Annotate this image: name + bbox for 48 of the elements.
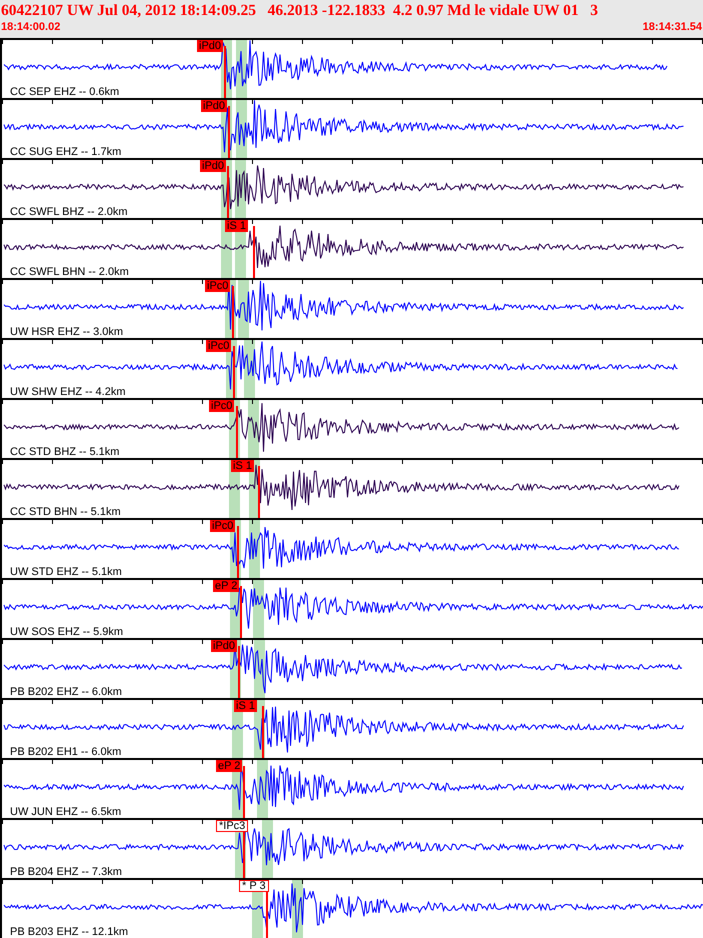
pick-line: [227, 166, 229, 218]
pick-line: [236, 406, 238, 458]
pick-label[interactable]: iS 1: [231, 460, 254, 472]
pick-window-band: [248, 400, 259, 458]
pick-label[interactable]: iS 1: [234, 700, 257, 712]
station-label: PB B203 EHZ -- 12.1km: [10, 926, 128, 938]
start-time: 18:14:00.02: [1, 20, 60, 34]
pick-label[interactable]: eP 2: [216, 760, 242, 772]
station-label: PB B202 EHZ -- 6.0km: [10, 686, 122, 698]
station-label: UW STD EHZ -- 5.1km: [10, 566, 122, 578]
pick-window-band: [253, 580, 264, 638]
pick-label[interactable]: eP 2: [213, 580, 240, 592]
pick-label[interactable]: iPd0: [197, 40, 224, 52]
pick-line: [240, 586, 242, 638]
station-label: PB B204 EHZ -- 7.3km: [10, 866, 122, 878]
station-label: UW JUN EHZ -- 6.5km: [10, 806, 122, 818]
station-label: CC STD BHZ -- 5.1km: [10, 446, 120, 458]
station-label: CC SUG EHZ -- 1.7km: [10, 146, 122, 158]
pick-line: [243, 766, 245, 818]
station-label: CC SEP EHZ -- 0.6km: [10, 86, 120, 98]
pick-label[interactable]: *IPc3: [216, 820, 248, 832]
station-label: CC SWFL BHZ -- 2.0km: [10, 206, 128, 218]
end-time: 18:14:31.54: [642, 20, 702, 34]
pick-label[interactable]: iPd0: [211, 640, 238, 652]
event-title: 60422107 UW Jul 04, 2012 18:14:09.25 46.2013 -122.1833 4.2 0.97 Md le vidale UW 01 3: [0, 1, 600, 20]
pick-line: [258, 466, 260, 518]
station-label: UW SHW EHZ -- 4.2km: [10, 386, 126, 398]
station-label: UW SOS EHZ -- 5.9km: [10, 626, 124, 638]
pick-label[interactable]: * P 3: [239, 880, 269, 892]
pick-label[interactable]: iPc0: [206, 340, 232, 352]
pick-line: [232, 286, 234, 338]
station-label: CC STD BHN -- 5.1km: [10, 506, 121, 518]
pick-label[interactable]: iPc0: [205, 280, 230, 292]
pick-line: [238, 646, 240, 698]
pick-label[interactable]: iPc0: [209, 400, 234, 412]
pick-label[interactable]: iPd0: [201, 100, 228, 112]
pick-line: [262, 706, 264, 758]
station-label: CC SWFL BHN -- 2.0km: [10, 266, 129, 278]
pick-label[interactable]: iS 1: [225, 220, 248, 232]
pick-label[interactable]: iPd0: [200, 160, 226, 172]
pick-line: [237, 526, 239, 578]
station-label: UW HSR EHZ -- 3.0km: [10, 326, 124, 338]
pick-line: [233, 346, 235, 398]
pick-label[interactable]: iPc0: [210, 520, 236, 532]
pick-line: [228, 106, 230, 158]
pick-line: [253, 226, 255, 278]
station-label: PB B202 EH1 -- 6.0km: [10, 746, 122, 758]
pick-line: [224, 46, 226, 98]
